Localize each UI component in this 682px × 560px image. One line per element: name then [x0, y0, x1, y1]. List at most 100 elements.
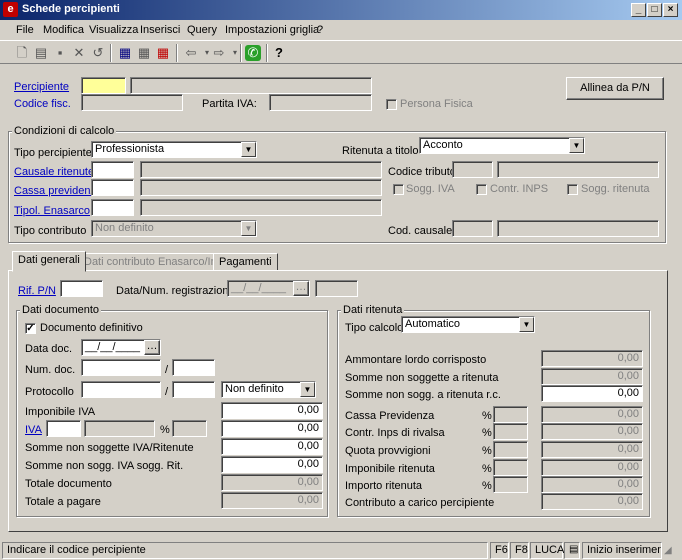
tipol-enasarco-input[interactable]: [91, 199, 134, 216]
open-icon[interactable]: ▤: [32, 44, 50, 62]
window-title: Schede percipienti: [22, 3, 120, 15]
causale-ritenute-input[interactable]: [91, 161, 134, 178]
maximize-button[interactable]: □: [647, 3, 662, 17]
iva-label[interactable]: IVA: [25, 424, 42, 436]
help-icon[interactable]: ?: [270, 44, 288, 62]
cassa-previdenza-label[interactable]: Cassa previdenza: [14, 185, 102, 197]
ritenuta-row-value: 0,00: [541, 493, 643, 510]
ritenuta-row-value: 0,00: [541, 459, 643, 476]
codice-fisc-field: [81, 94, 183, 111]
calendar-button: …: [293, 281, 309, 296]
tab-dati-contributo[interactable]: Dati contributo Enasarco/Inps: [78, 253, 235, 271]
minimize-button[interactable]: _: [631, 3, 646, 17]
ritenuta-row-value: 0,00: [541, 368, 643, 385]
grid-icon[interactable]: ▦: [135, 44, 153, 62]
codice-tributo-label: Codice tributo: [388, 166, 456, 178]
ritenuta-row-percent-field: [493, 476, 528, 493]
save-icon[interactable]: ▪: [51, 44, 69, 62]
ritenuta-row-value: 0,00: [541, 350, 643, 367]
ritenuta-row-label: Somme non soggette a ritenuta: [345, 372, 499, 384]
totale-documento-field: 0,00: [221, 474, 323, 491]
iva-percent-sign: %: [160, 424, 170, 436]
ritenuta-row-label: Ammontare lordo corrisposto: [345, 354, 487, 366]
allinea-pn-button[interactable]: Allinea da P/N: [566, 77, 664, 100]
ritenuta-row-percent-sign: %: [482, 480, 492, 492]
causale-ritenute-label[interactable]: Causale ritenute: [14, 166, 94, 178]
sogg-ritenuta-label: Sogg. ritenuta: [581, 183, 650, 195]
data-doc-input[interactable]: __/__/____ …: [81, 339, 161, 356]
tipol-enasarco-label[interactable]: Tipol. Enasarco: [14, 205, 90, 217]
tipo-contributo-value: Non definito: [95, 222, 154, 234]
toolbar-separator: [176, 44, 178, 62]
status-user: LUCA: [530, 542, 564, 559]
documento-definitivo-checkbox[interactable]: ✓: [25, 323, 36, 334]
somme-non-sogg-iva-input[interactable]: 0,00: [221, 438, 323, 455]
title-bar: e Schede percipienti _ □ ×: [0, 0, 682, 20]
protocollo-suffix-input[interactable]: [172, 381, 215, 398]
cassa-previdenza-input[interactable]: [91, 179, 134, 196]
sogg-iva-checkbox: [393, 184, 404, 195]
close-button[interactable]: ×: [663, 3, 678, 17]
tipo-contributo-label: Tipo contributo: [14, 225, 87, 237]
status-f8: F8: [510, 542, 529, 559]
chevron-down-icon[interactable]: ▼: [241, 142, 256, 157]
ritenuta-row-value: 0,00: [541, 406, 643, 423]
calendar-button[interactable]: …: [144, 340, 160, 355]
resize-grip-icon[interactable]: ◢: [664, 545, 678, 559]
delete-icon[interactable]: ✕: [70, 44, 88, 62]
clear-filter-icon[interactable]: ▦: [154, 44, 172, 62]
protocollo-select[interactable]: Non definito ▼: [221, 381, 316, 398]
app-icon: e: [3, 2, 18, 17]
protocollo-label: Protocollo: [25, 386, 74, 398]
codice-tributo-field: [452, 161, 493, 178]
num-doc-suffix-input[interactable]: [172, 359, 215, 376]
ritenuta-row-label: Imponibile ritenuta: [345, 463, 435, 475]
menu-query[interactable]: Query: [187, 24, 217, 36]
data-registrazione-value: __/__/____: [231, 282, 287, 294]
totale-documento-label: Totale documento: [25, 478, 112, 490]
iva-code-input[interactable]: [46, 420, 81, 437]
ritenuta-row-percent-field: [493, 406, 528, 423]
ritenuta-titolo-select[interactable]: Acconto ▼: [419, 137, 585, 154]
rif-pn-label[interactable]: Rif. P/N: [18, 285, 56, 297]
iva-input[interactable]: 0,00: [221, 420, 323, 437]
menu-help[interactable]: ?: [317, 24, 323, 36]
tipo-percipiente-select[interactable]: Professionista ▼: [91, 141, 257, 158]
ritenuta-row-value[interactable]: 0,00: [541, 385, 643, 402]
contr-inps-checkbox: [476, 184, 487, 195]
undo-icon[interactable]: ↺: [89, 44, 107, 62]
tab-dati-generali[interactable]: Dati generali: [12, 251, 86, 272]
tipo-contributo-select: Non definito ▼: [91, 220, 257, 237]
documento-definitivo-label: Documento definitivo: [40, 322, 143, 334]
cassa-previdenza-desc: [140, 179, 382, 196]
data-doc-label: Data doc.: [25, 343, 73, 355]
menu-file[interactable]: File: [16, 24, 34, 36]
data-registrazione-field: __/__/____ …: [227, 280, 310, 297]
rif-pn-input[interactable]: [60, 280, 103, 297]
protocollo-input[interactable]: [81, 381, 161, 398]
menu-visualizza[interactable]: Visualizza: [89, 24, 138, 36]
partita-iva-field: [269, 94, 372, 111]
menu-impostazioni-griglia[interactable]: Impostazioni griglia: [225, 24, 319, 36]
chevron-down-icon[interactable]: ▼: [519, 317, 534, 332]
percipiente-label[interactable]: Percipiente: [14, 81, 69, 93]
percipiente-code-input[interactable]: [81, 77, 126, 94]
sogg-ritenuta-checkbox: [567, 184, 578, 195]
menu-inserisci[interactable]: Inserisci: [140, 24, 180, 36]
filter-icon[interactable]: ▦: [116, 44, 134, 62]
imponibile-iva-label: Imponibile IVA: [25, 406, 96, 418]
chevron-down-icon[interactable]: ▼: [300, 382, 315, 397]
phone-icon[interactable]: ✆: [245, 45, 261, 61]
status-message: Indicare il codice percipiente: [2, 542, 488, 559]
tipo-calcolo-select[interactable]: Automatico ▼: [401, 316, 535, 333]
menu-modifica[interactable]: Modifica: [43, 24, 84, 36]
somme-non-sogg-iva-rit-input[interactable]: 0,00: [221, 456, 323, 473]
ritenuta-row-percent-field: [493, 423, 528, 440]
tab-pagamenti[interactable]: Pagamenti: [213, 253, 278, 271]
imponibile-iva-input[interactable]: 0,00: [221, 402, 323, 419]
chevron-down-icon[interactable]: ▼: [569, 138, 584, 153]
toolbar-separator: [110, 44, 112, 62]
num-doc-input[interactable]: [81, 359, 161, 376]
status-bar: Indicare il codice percipiente F6 F8 LUC…: [0, 541, 682, 560]
new-icon[interactable]: 🗋: [13, 44, 31, 62]
